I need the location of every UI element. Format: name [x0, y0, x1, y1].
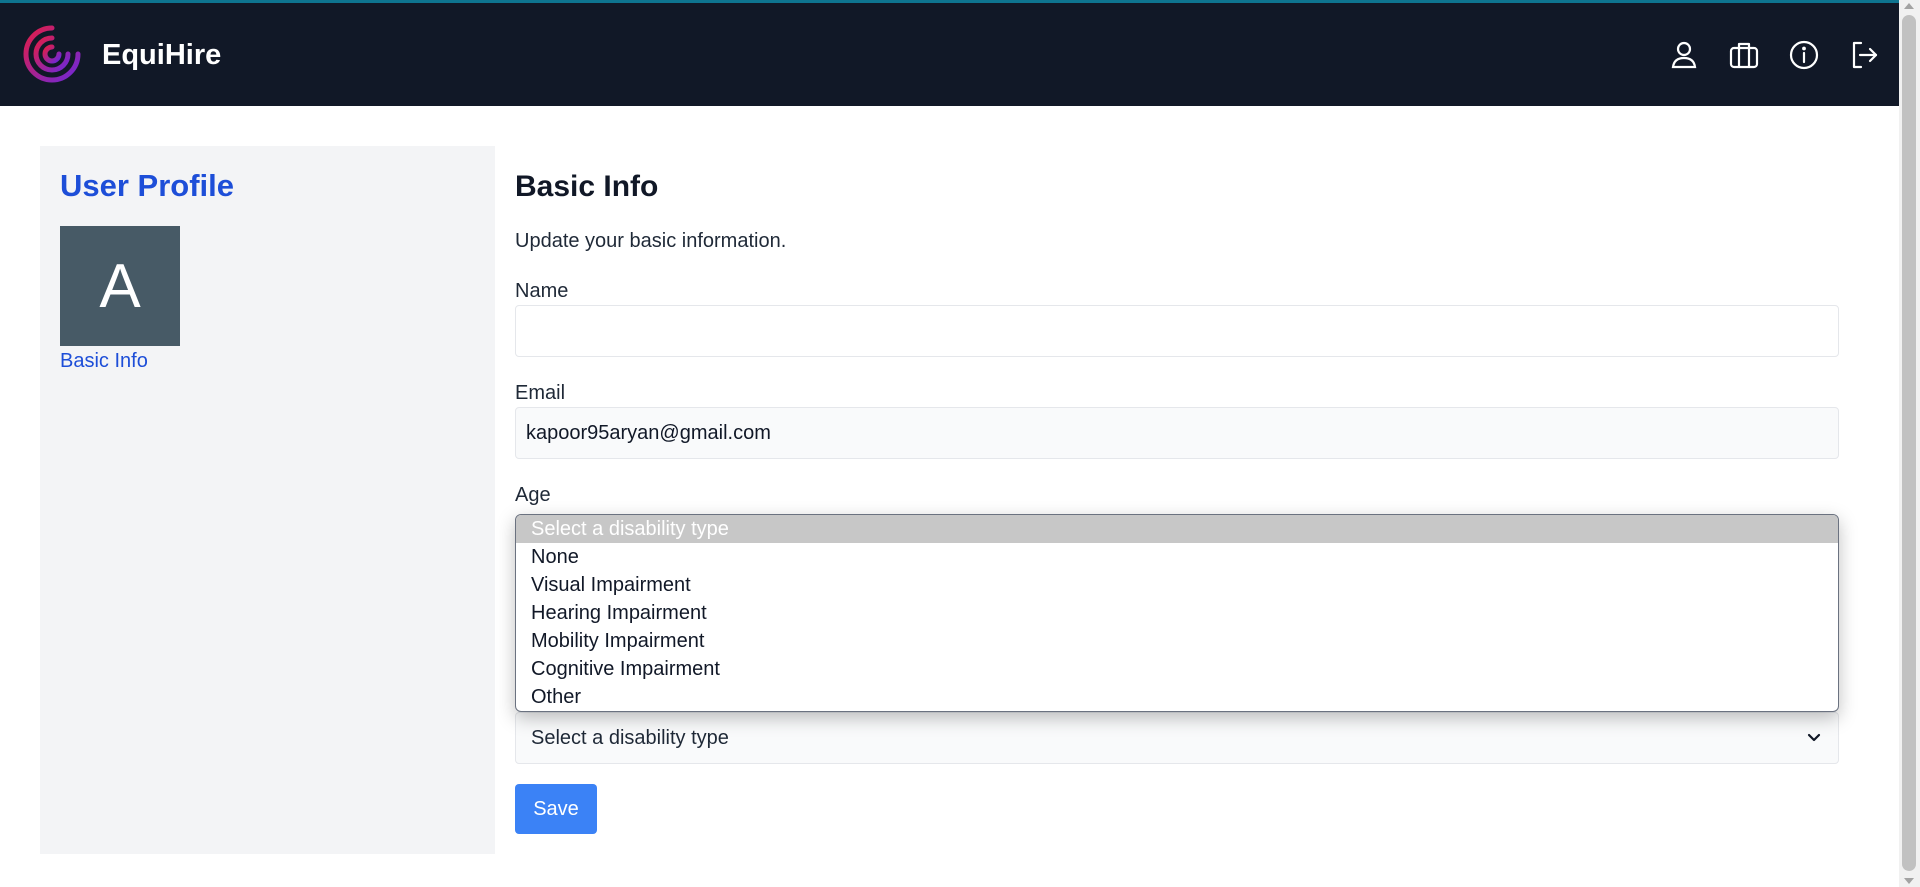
age-label: Age — [515, 484, 551, 506]
email-label: Email — [515, 382, 566, 404]
sidebar-title: User Profile — [60, 168, 235, 203]
page-scrollbar[interactable] — [1899, 0, 1920, 887]
scroll-up-arrow-icon[interactable] — [1904, 3, 1914, 9]
email-field[interactable] — [515, 407, 1839, 459]
name-label: Name — [515, 280, 569, 302]
dropdown-option[interactable]: Select a disability type — [516, 515, 1838, 543]
user-icon[interactable] — [1668, 39, 1700, 71]
profile-sidebar: User Profile A Basic Info — [40, 146, 495, 854]
save-button[interactable]: Save — [515, 784, 597, 834]
dropdown-option[interactable]: Hearing Impairment — [516, 599, 1838, 627]
dropdown-option[interactable]: Cognitive Impairment — [516, 655, 1838, 683]
dropdown-option[interactable]: Visual Impairment — [516, 571, 1838, 599]
briefcase-icon[interactable] — [1728, 39, 1760, 71]
chevron-down-icon — [1807, 733, 1821, 742]
logout-icon[interactable] — [1848, 39, 1880, 71]
equihire-logo-icon[interactable] — [20, 22, 84, 86]
dropdown-option[interactable]: Mobility Impairment — [516, 627, 1838, 655]
sidebar-item-basic-info[interactable]: Basic Info — [60, 350, 148, 373]
brand-name[interactable]: EquiHire — [102, 39, 221, 71]
dropdown-option[interactable]: None — [516, 543, 1838, 571]
page-subtitle: Update your basic information. — [515, 230, 787, 252]
info-icon[interactable] — [1788, 39, 1820, 71]
scroll-down-arrow-icon[interactable] — [1904, 878, 1914, 884]
disability-select-value: Select a disability type — [531, 726, 729, 749]
dropdown-option[interactable]: Other — [516, 683, 1838, 711]
page-title: Basic Info — [515, 170, 659, 203]
basic-info-panel: Basic Info Update your basic information… — [515, 146, 1840, 866]
disability-dropdown-list: Select a disability type None Visual Imp… — [515, 514, 1839, 712]
disability-type-select[interactable]: Select a disability type — [515, 712, 1839, 764]
avatar: A — [60, 226, 180, 346]
top-navbar: EquiHire — [0, 3, 1899, 106]
scroll-thumb[interactable] — [1902, 15, 1916, 871]
name-field[interactable] — [515, 305, 1839, 357]
